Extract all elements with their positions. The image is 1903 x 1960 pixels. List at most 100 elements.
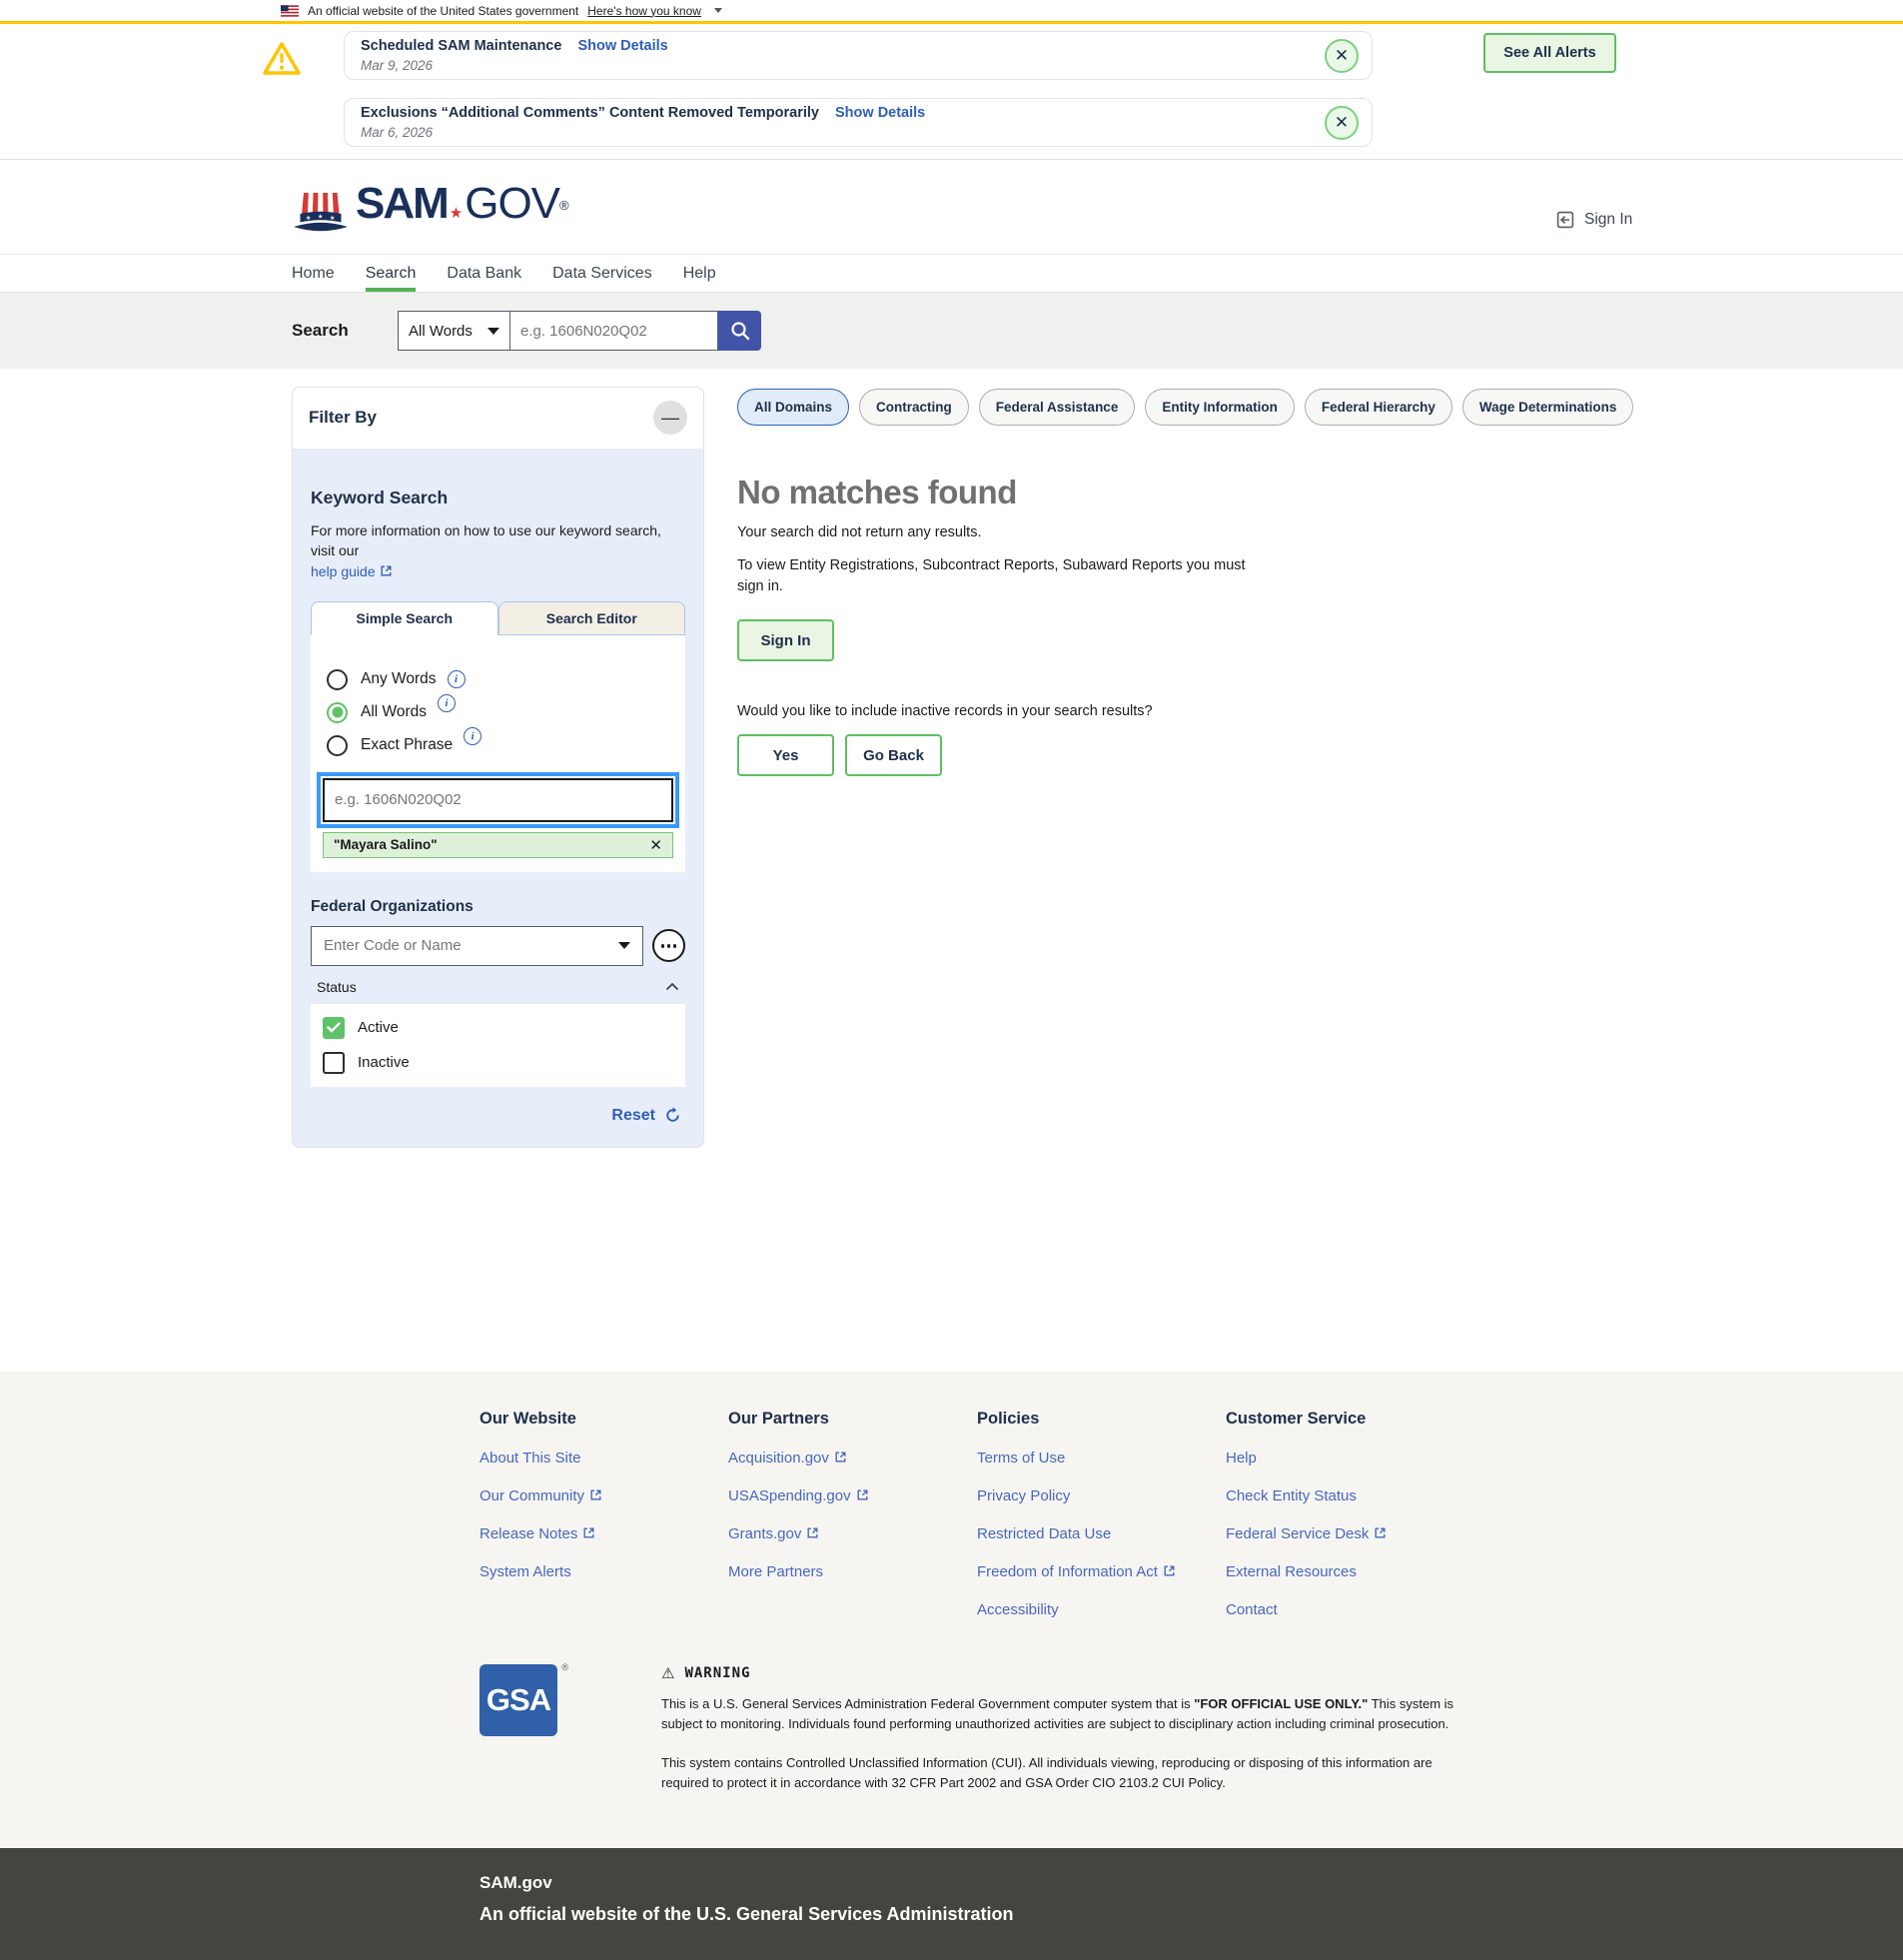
domain-tab-federal-hierarchy[interactable]: Federal Hierarchy xyxy=(1305,389,1452,426)
alert-item: Exclusions “Additional Comments” Content… xyxy=(344,98,1373,147)
org-more-options-button[interactable] xyxy=(652,929,685,962)
footer-link-foia[interactable]: Freedom of Information Act xyxy=(977,1563,1226,1580)
chevron-up-icon[interactable] xyxy=(665,982,679,991)
close-icon[interactable]: ✕ xyxy=(1325,106,1359,140)
svg-text:★: ★ xyxy=(330,215,335,222)
domain-tab-wage-determinations[interactable]: Wage Determinations xyxy=(1462,389,1634,426)
search-mode-select[interactable]: All Words xyxy=(398,311,510,351)
chevron-down-icon xyxy=(487,328,499,335)
filter-by-title: Filter By xyxy=(309,408,377,428)
search-bar: Search All Words xyxy=(0,293,1903,369)
sign-in-required-message: To view Entity Registrations, Subcontrac… xyxy=(737,555,1247,597)
footer-column-our-partners: Our Partners Acquisition.gov USASpending… xyxy=(728,1410,977,1618)
brand-sam: SAM xyxy=(356,182,448,226)
radio-any-words-label: Any Words xyxy=(361,670,437,688)
nav-item-home[interactable]: Home xyxy=(292,255,335,292)
search-button[interactable] xyxy=(718,311,761,351)
checkbox-inactive-label: Inactive xyxy=(358,1054,410,1071)
footer-link-more-partners[interactable]: More Partners xyxy=(728,1563,977,1580)
footer-link-privacy-policy[interactable]: Privacy Policy xyxy=(977,1487,1226,1504)
refresh-icon xyxy=(664,1107,681,1124)
footer-column-our-website: Our Website About This Site Our Communit… xyxy=(479,1410,728,1618)
help-guide-link[interactable]: help guide xyxy=(311,563,393,579)
yes-button[interactable]: Yes xyxy=(737,734,834,776)
search-input[interactable] xyxy=(510,311,718,351)
sign-in-link[interactable]: Sign In xyxy=(1555,210,1632,230)
federal-org-placeholder: Enter Code or Name xyxy=(324,937,462,954)
chip-remove-icon[interactable]: ✕ xyxy=(649,836,662,854)
federal-org-select[interactable]: Enter Code or Name xyxy=(311,926,643,966)
alert-date: Mar 9, 2026 xyxy=(361,57,1312,74)
identifier-subtitle: An official website of the U.S. General … xyxy=(479,1904,1903,1925)
checkbox-active[interactable] xyxy=(323,1017,345,1039)
domain-tab-all-domains[interactable]: All Domains xyxy=(737,389,849,426)
alert-item: Scheduled SAM Maintenance Show Details M… xyxy=(344,31,1373,80)
nav-item-data-bank[interactable]: Data Bank xyxy=(447,255,521,292)
footer-link-help[interactable]: Help xyxy=(1226,1450,1474,1467)
domain-tab-contracting[interactable]: Contracting xyxy=(859,389,969,426)
gov-banner: An official website of the United States… xyxy=(0,0,1903,24)
gsa-logo: GSA ® xyxy=(479,1664,557,1736)
banner-how-link[interactable]: Here's how you know xyxy=(587,4,701,18)
warning-triangle-icon xyxy=(262,40,302,78)
keyword-info-text: For more information on how to use our k… xyxy=(311,522,661,558)
radio-any-words[interactable] xyxy=(327,669,348,690)
footer-link-grants-gov[interactable]: Grants.gov xyxy=(728,1525,977,1542)
checkbox-inactive[interactable] xyxy=(323,1052,345,1074)
footer-link-restricted-data-use[interactable]: Restricted Data Use xyxy=(977,1525,1226,1542)
footer-column-heading: Our Website xyxy=(479,1410,728,1429)
radio-exact-phrase[interactable] xyxy=(327,735,348,756)
checkmark-icon xyxy=(327,1022,341,1033)
alert-date: Mar 6, 2026 xyxy=(361,124,1312,141)
domain-tab-entity-information[interactable]: Entity Information xyxy=(1145,389,1295,426)
nav-item-search[interactable]: Search xyxy=(366,255,417,292)
nav-item-data-services[interactable]: Data Services xyxy=(552,255,652,292)
sign-in-button[interactable]: Sign In xyxy=(737,619,834,661)
go-back-button[interactable]: Go Back xyxy=(845,734,942,776)
footer-link-contact[interactable]: Contact xyxy=(1226,1601,1474,1618)
external-link-icon xyxy=(582,1526,595,1539)
tab-simple-search[interactable]: Simple Search xyxy=(311,601,498,635)
external-link-icon xyxy=(1163,1564,1176,1577)
external-link-icon xyxy=(806,1526,819,1539)
external-link-icon xyxy=(589,1488,602,1501)
status-options: Active Inactive xyxy=(311,1004,685,1087)
see-all-alerts-button[interactable]: See All Alerts xyxy=(1483,33,1616,73)
keyword-chip: "Mayara Salino" ✕ xyxy=(323,832,673,858)
footer-link-check-entity-status[interactable]: Check Entity Status xyxy=(1226,1487,1474,1504)
alert-show-details-link[interactable]: Show Details xyxy=(577,38,667,54)
footer-link-system-alerts[interactable]: System Alerts xyxy=(479,1563,728,1580)
info-icon[interactable]: i xyxy=(438,694,456,712)
no-matches-heading: No matches found xyxy=(737,474,1397,511)
sam-gov-logo[interactable]: ★★★ SAM★GOV® xyxy=(292,182,569,236)
info-icon[interactable]: i xyxy=(464,727,481,745)
main-content: Filter By — Keyword Search For more info… xyxy=(0,369,1903,1372)
collapse-filters-button[interactable]: — xyxy=(653,401,687,435)
footer-link-accessibility[interactable]: Accessibility xyxy=(977,1601,1226,1618)
keyword-input[interactable] xyxy=(323,778,673,822)
external-link-icon xyxy=(380,564,393,577)
footer-link-our-community[interactable]: Our Community xyxy=(479,1487,728,1504)
footer-column-heading: Policies xyxy=(977,1410,1226,1429)
federal-organizations-heading: Federal Organizations xyxy=(311,898,685,916)
footer-link-usaspending-gov[interactable]: USASpending.gov xyxy=(728,1487,977,1504)
nav-item-help[interactable]: Help xyxy=(683,255,716,292)
info-icon[interactable]: i xyxy=(448,670,466,688)
radio-all-words[interactable] xyxy=(327,702,348,723)
domain-tab-federal-assistance[interactable]: Federal Assistance xyxy=(979,389,1136,426)
footer-link-terms-of-use[interactable]: Terms of Use xyxy=(977,1450,1226,1467)
footer-link-federal-service-desk[interactable]: Federal Service Desk xyxy=(1226,1525,1474,1542)
login-icon xyxy=(1555,210,1575,230)
footer-link-acquisition-gov[interactable]: Acquisition.gov xyxy=(728,1450,977,1467)
footer-link-external-resources[interactable]: External Resources xyxy=(1226,1563,1474,1580)
footer-column-heading: Our Partners xyxy=(728,1410,977,1429)
close-icon[interactable]: ✕ xyxy=(1325,39,1359,73)
checkbox-active-label: Active xyxy=(358,1019,399,1036)
tab-search-editor[interactable]: Search Editor xyxy=(498,601,686,635)
identifier-title: SAM.gov xyxy=(479,1873,1903,1893)
footer-link-about-this-site[interactable]: About This Site xyxy=(479,1450,728,1467)
footer-link-release-notes[interactable]: Release Notes xyxy=(479,1525,728,1542)
svg-text:★: ★ xyxy=(306,215,311,222)
alert-show-details-link[interactable]: Show Details xyxy=(835,105,925,121)
reset-filters-button[interactable]: Reset xyxy=(311,1107,685,1125)
